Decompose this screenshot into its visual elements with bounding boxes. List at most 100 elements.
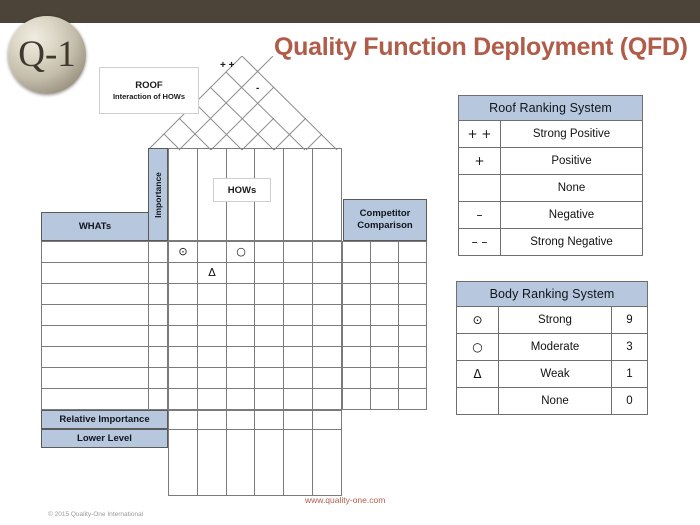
relationship-cell[interactable] [283,367,314,389]
importance-cell[interactable] [148,367,168,389]
relative-importance-cell[interactable] [196,410,227,430]
website-url[interactable]: www.quality-one.com [305,495,385,505]
competitor-cell[interactable] [370,241,399,263]
competitor-cell[interactable] [398,388,427,410]
importance-cell[interactable] [148,283,168,305]
competitor-cell[interactable] [342,367,371,389]
whats-cell[interactable] [41,325,149,347]
importance-cell[interactable] [148,241,168,263]
competitor-cell[interactable] [398,304,427,326]
relationship-cell[interactable] [254,283,285,305]
relationship-cell[interactable] [196,367,227,389]
relationship-cell[interactable] [254,262,285,284]
relationship-cell[interactable] [225,262,256,284]
relationship-cell[interactable] [312,283,342,305]
relationship-cell[interactable] [196,325,227,347]
competitor-cell[interactable] [398,325,427,347]
relationship-cell[interactable] [254,304,285,326]
competitor-cell[interactable] [370,346,399,368]
relationship-cell[interactable] [283,283,314,305]
relationship-cell[interactable] [168,346,198,368]
relationship-cell[interactable] [254,388,285,410]
relationship-cell[interactable] [225,283,256,305]
importance-cell[interactable] [148,388,168,410]
relationship-cell[interactable] [312,241,342,263]
competitor-cell[interactable] [398,283,427,305]
competitor-cell[interactable] [342,388,371,410]
lower-level-cell[interactable] [283,429,314,496]
competitor-cell[interactable] [342,346,371,368]
competitor-cell[interactable] [370,262,399,284]
relative-importance-cell[interactable] [168,410,198,430]
relationship-cell[interactable] [312,367,342,389]
relationship-cell[interactable] [283,325,314,347]
competitor-cell[interactable] [398,241,427,263]
competitor-cell[interactable] [342,241,371,263]
relationship-symbol-moderate[interactable]: ○ [230,241,252,261]
relationship-cell[interactable] [196,346,227,368]
relationship-cell[interactable] [168,388,198,410]
relationship-cell[interactable] [283,388,314,410]
relationship-cell[interactable] [168,304,198,326]
competitor-cell[interactable] [370,304,399,326]
competitor-cell[interactable] [398,367,427,389]
relationship-cell[interactable] [312,388,342,410]
whats-cell[interactable] [41,283,149,305]
relative-importance-cell[interactable] [254,410,285,430]
hows-header-cell[interactable] [283,148,314,241]
relationship-cell[interactable] [312,346,342,368]
relationship-cell[interactable] [196,283,227,305]
relationship-cell[interactable] [225,367,256,389]
whats-cell[interactable] [41,241,149,263]
relationship-cell[interactable] [225,325,256,347]
relative-importance-cell[interactable] [312,410,342,430]
lower-level-cell[interactable] [196,429,227,496]
relationship-cell[interactable] [225,388,256,410]
competitor-cell[interactable] [342,325,371,347]
relationship-symbol-strong[interactable]: ⊙ [172,241,194,261]
relationship-cell[interactable] [283,262,314,284]
relationship-cell[interactable] [168,283,198,305]
relative-importance-cell[interactable] [283,410,314,430]
importance-cell[interactable] [148,262,168,284]
relationship-cell[interactable] [225,304,256,326]
lower-level-cell[interactable] [225,429,256,496]
hows-header-cell[interactable] [168,148,198,241]
relationship-cell[interactable] [168,262,198,284]
relationship-cell[interactable] [283,304,314,326]
lower-level-cell[interactable] [168,429,198,496]
competitor-cell[interactable] [370,367,399,389]
lower-level-cell[interactable] [312,429,342,496]
importance-cell[interactable] [148,325,168,347]
competitor-cell[interactable] [370,283,399,305]
relationship-cell[interactable] [225,346,256,368]
hows-header-cell[interactable] [312,148,342,241]
whats-cell[interactable] [41,346,149,368]
competitor-cell[interactable] [342,262,371,284]
relationship-cell[interactable] [312,325,342,347]
relationship-cell[interactable] [196,304,227,326]
relationship-cell[interactable] [168,325,198,347]
importance-cell[interactable] [148,304,168,326]
competitor-cell[interactable] [342,304,371,326]
competitor-cell[interactable] [342,283,371,305]
relationship-cell[interactable] [254,325,285,347]
importance-cell[interactable] [148,346,168,368]
relationship-cell[interactable] [312,262,342,284]
relationship-symbol-weak[interactable]: Δ [201,262,223,282]
whats-cell[interactable] [41,388,149,410]
relationship-cell[interactable] [254,241,285,263]
relationship-cell[interactable] [283,241,314,263]
relationship-cell[interactable] [254,346,285,368]
relationship-cell[interactable] [196,388,227,410]
relationship-cell[interactable] [196,241,227,263]
whats-cell[interactable] [41,304,149,326]
relationship-cell[interactable] [168,367,198,389]
relationship-cell[interactable] [254,367,285,389]
relationship-cell[interactable] [312,304,342,326]
whats-cell[interactable] [41,262,149,284]
competitor-cell[interactable] [370,388,399,410]
relationship-cell[interactable] [283,346,314,368]
whats-cell[interactable] [41,367,149,389]
relative-importance-cell[interactable] [225,410,256,430]
